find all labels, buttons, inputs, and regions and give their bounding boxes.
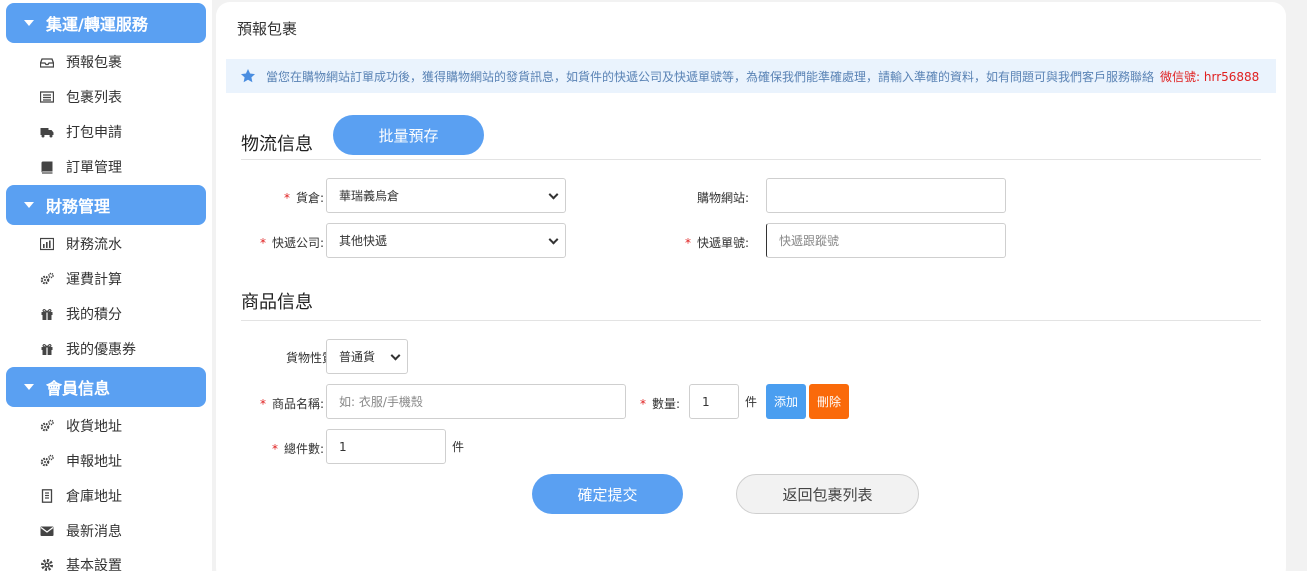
product-name-label: * 商品名稱: xyxy=(259,397,324,411)
divider xyxy=(241,159,1261,160)
chevron-down-icon xyxy=(390,350,401,361)
warehouse-label: * 貨倉: xyxy=(283,191,324,205)
quantity-value: 1 xyxy=(702,394,710,409)
goods-nature-selected-value: 普通貨 xyxy=(339,350,376,364)
gears-icon xyxy=(40,454,54,468)
required-mark: * xyxy=(684,236,691,250)
sidebar-group-shipping[interactable]: 集運/轉運服務 xyxy=(6,3,206,43)
sidebar-item-parcel-list[interactable]: 包裹列表 xyxy=(40,82,122,112)
sidebar-item-warehouse-address[interactable]: 倉庫地址 xyxy=(40,481,122,511)
sidebar-item-label: 最新消息 xyxy=(66,524,122,540)
sidebar-item-label: 運費計算 xyxy=(66,272,122,288)
goods-nature-select[interactable]: 普通貨 xyxy=(326,339,408,374)
gift-icon xyxy=(40,342,54,356)
courier-label: * 快遞公司: xyxy=(259,236,324,250)
sidebar-group-title: 會員信息 xyxy=(46,379,111,398)
tracking-number-label: * 快遞單號: xyxy=(684,236,749,250)
courier-select[interactable]: 其他快遞 xyxy=(326,223,566,258)
inbox-icon xyxy=(40,55,54,69)
building-icon xyxy=(40,489,54,503)
shopping-site-input[interactable] xyxy=(766,178,1006,213)
sidebar-item-label: 預報包裹 xyxy=(66,55,122,71)
chevron-down-icon xyxy=(548,234,559,245)
sidebar-item-basic-settings[interactable]: 基本設置 xyxy=(40,550,122,571)
warehouse-selected-value: 華瑞義烏倉 xyxy=(339,189,400,203)
sidebar-item-delivery-address[interactable]: 收貨地址 xyxy=(40,411,122,441)
product-name-placeholder: 如: 衣服/手機殼 xyxy=(339,395,423,409)
gear-icon xyxy=(40,558,54,571)
sidebar-item-label: 倉庫地址 xyxy=(66,489,122,505)
gears-icon xyxy=(40,419,54,433)
divider xyxy=(241,320,1261,321)
sidebar-item-label: 打包申請 xyxy=(66,125,122,141)
section-title-logistics: 物流信息 xyxy=(241,134,313,155)
required-mark: * xyxy=(259,236,266,250)
quantity-input[interactable]: 1 xyxy=(689,384,739,419)
quantity-unit: 件 xyxy=(745,395,758,409)
required-mark: * xyxy=(283,191,290,205)
caret-down-icon xyxy=(24,20,34,26)
sidebar-group-finance[interactable]: 財務管理 xyxy=(6,185,206,225)
envelope-icon xyxy=(40,524,54,538)
sidebar-item-latest-news[interactable]: 最新消息 xyxy=(40,516,122,546)
gears-icon xyxy=(40,272,54,286)
sidebar-item-label: 財務流水 xyxy=(66,237,122,253)
back-to-parcel-list-button[interactable]: 返回包裹列表 xyxy=(736,474,919,514)
total-pieces-unit: 件 xyxy=(452,440,465,454)
caret-down-icon xyxy=(24,202,34,208)
product-name-input[interactable]: 如: 衣服/手機殼 xyxy=(326,384,626,419)
book-icon xyxy=(40,160,54,174)
sidebar-item-label: 包裹列表 xyxy=(66,90,122,106)
tracking-number-placeholder: 快遞跟蹤號 xyxy=(779,234,840,248)
required-mark: * xyxy=(271,442,278,456)
sidebar-item-label: 申報地址 xyxy=(66,454,122,470)
sidebar-group-title: 集運/轉運服務 xyxy=(46,15,148,34)
sidebar-item-label: 訂單管理 xyxy=(66,160,122,176)
required-mark: * xyxy=(639,397,646,411)
courier-selected-value: 其他快遞 xyxy=(339,234,388,248)
gift-icon xyxy=(40,307,54,321)
bar-chart-icon xyxy=(40,237,54,251)
chevron-down-icon xyxy=(548,189,559,200)
add-item-button[interactable]: 添加 xyxy=(766,384,806,419)
warehouse-select[interactable]: 華瑞義烏倉 xyxy=(326,178,566,213)
total-pieces-input[interactable]: 1 xyxy=(326,429,446,464)
sidebar-group-title: 財務管理 xyxy=(46,197,111,216)
sidebar-item-forecast-parcel[interactable]: 預報包裹 xyxy=(40,47,122,77)
submit-button[interactable]: 確定提交 xyxy=(532,474,683,514)
sidebar-item-my-coupons[interactable]: 我的優惠券 xyxy=(40,334,136,364)
sidebar-group-member[interactable]: 會員信息 xyxy=(6,367,206,407)
sidebar-item-label: 我的優惠券 xyxy=(66,342,136,358)
sidebar-item-packing-request[interactable]: 打包申請 xyxy=(40,117,122,147)
sidebar-item-my-points[interactable]: 我的積分 xyxy=(40,299,122,329)
main-panel: 預報包裹 當您在購物網站訂單成功後，獲得購物網站的發貨訊息，如貨件的快遞公司及快… xyxy=(216,2,1286,571)
wechat-contact: 微信號: hrr56888 xyxy=(1160,69,1260,84)
section-title-goods: 商品信息 xyxy=(241,292,313,313)
sidebar-item-order-management[interactable]: 訂單管理 xyxy=(40,152,122,182)
page-title: 預報包裹 xyxy=(237,20,298,38)
sidebar-item-label: 收貨地址 xyxy=(66,419,122,435)
star-icon xyxy=(240,68,256,84)
sidebar-item-label: 我的積分 xyxy=(66,307,122,323)
sidebar-item-label: 基本設置 xyxy=(66,558,122,571)
sidebar-item-declaration-address[interactable]: 申報地址 xyxy=(40,446,122,476)
delete-item-button[interactable]: 刪除 xyxy=(809,384,849,419)
truck-icon xyxy=(40,125,54,139)
total-pieces-label: * 總件數: xyxy=(271,442,324,456)
shopping-site-label: 購物網站: xyxy=(696,191,749,205)
tracking-number-input[interactable]: 快遞跟蹤號 xyxy=(766,223,1006,258)
notice-text: 當您在購物網站訂單成功後，獲得購物網站的發貨訊息，如貨件的快遞公司及快遞單號等，… xyxy=(266,69,1155,84)
sidebar-item-freight-calculator[interactable]: 運費計算 xyxy=(40,264,122,294)
notice-banner: 當您在購物網站訂單成功後，獲得購物網站的發貨訊息，如貨件的快遞公司及快遞單號等，… xyxy=(226,59,1276,93)
sidebar-item-finance-flow[interactable]: 財務流水 xyxy=(40,229,122,259)
batch-forecast-button[interactable]: 批量預存 xyxy=(333,115,484,155)
total-pieces-value: 1 xyxy=(339,439,347,454)
quantity-label: * 數量: xyxy=(639,397,680,411)
list-icon xyxy=(40,90,54,104)
required-mark: * xyxy=(259,397,266,411)
sidebar: 集運/轉運服務 預報包裹 包裹列表 打包申請 訂單管理 財務管理 財務流水 運費… xyxy=(0,0,212,571)
caret-down-icon xyxy=(24,384,34,390)
